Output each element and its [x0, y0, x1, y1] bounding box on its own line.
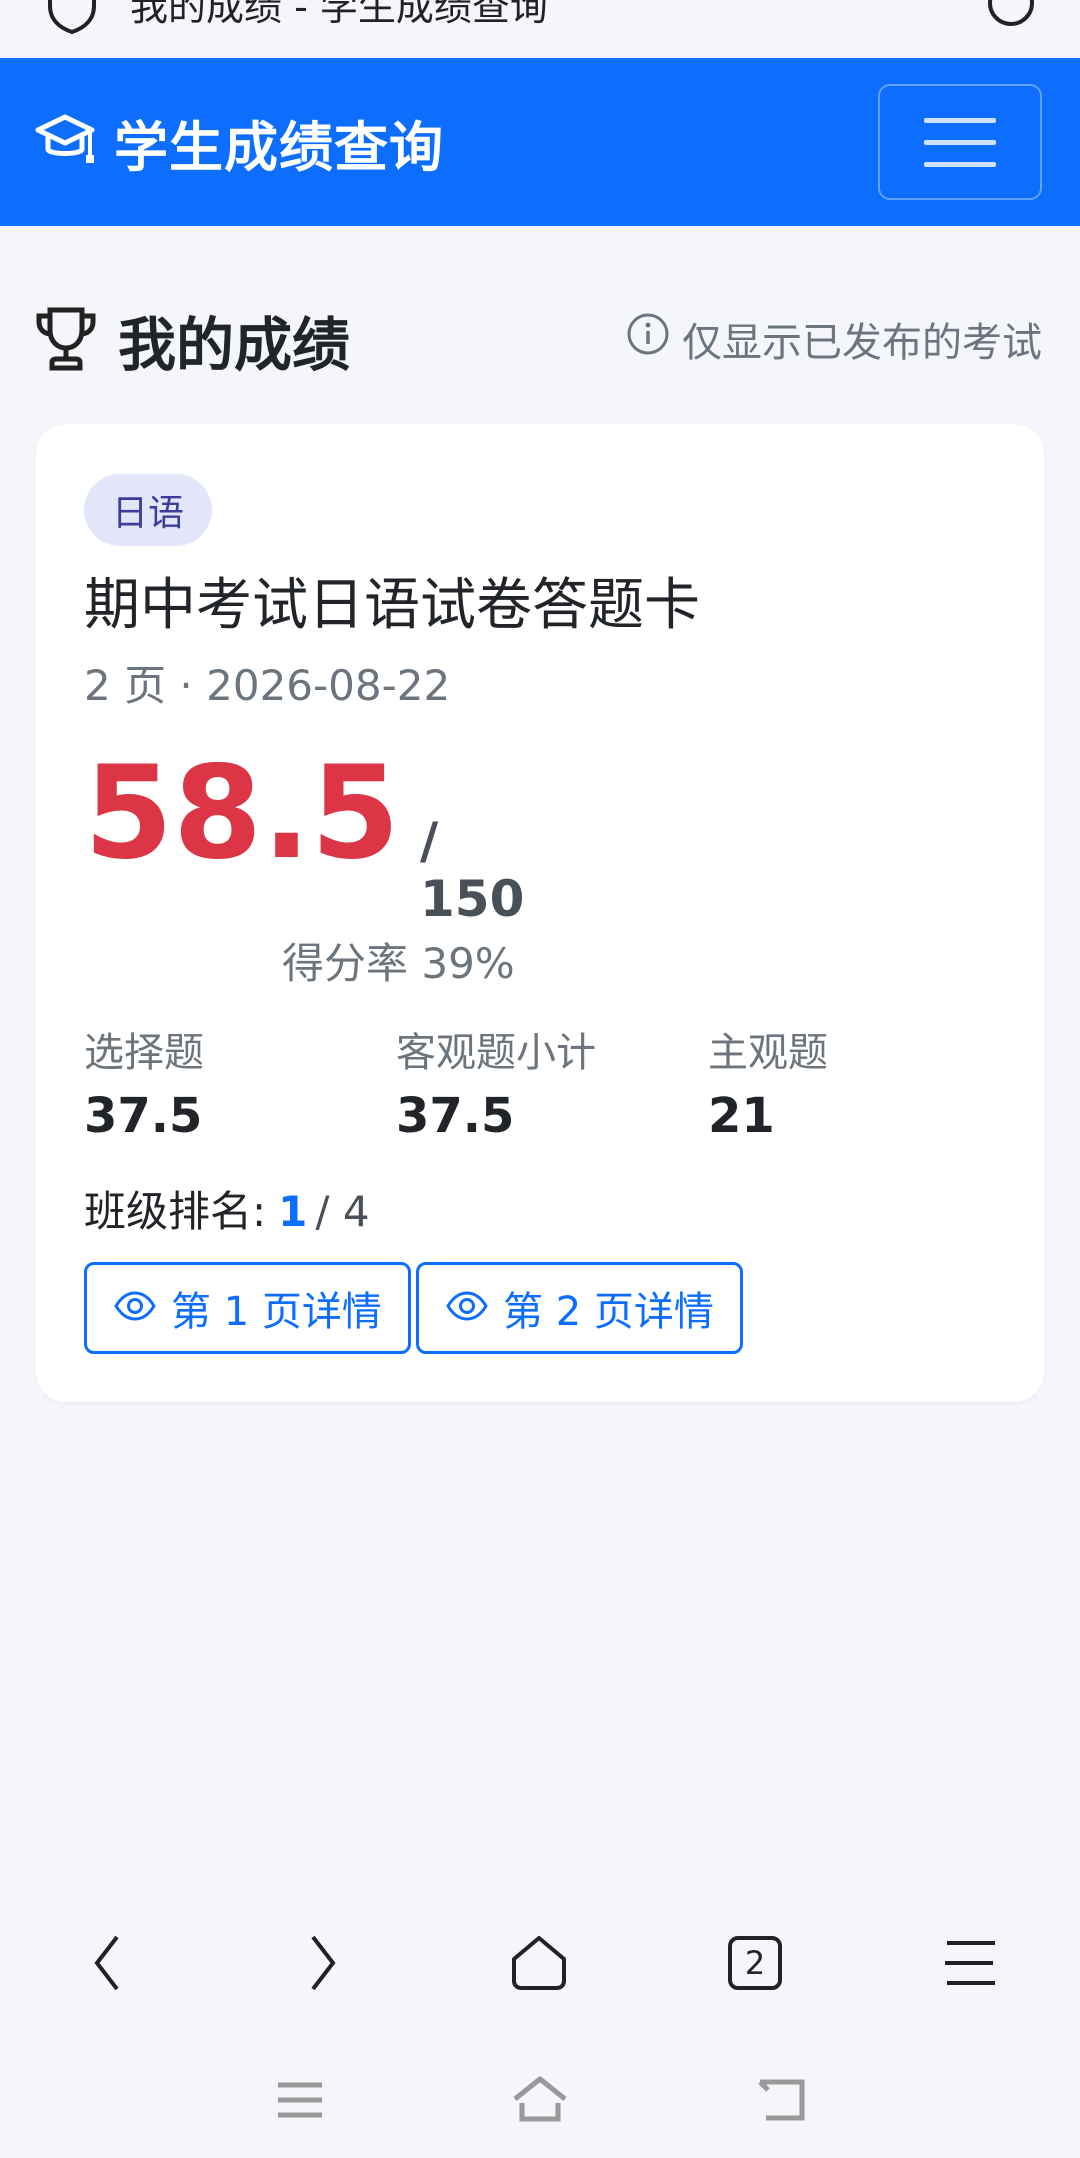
stat-label: 客观题小计	[396, 1030, 596, 1076]
stat-label: 选择题	[84, 1030, 204, 1076]
home-icon	[512, 1936, 566, 1990]
stat-objective-subtotal: 客观题小计 37.5	[396, 1020, 596, 1144]
stat-label: 主观题	[708, 1030, 828, 1076]
score-value: 58.5	[84, 739, 400, 888]
stat-subjective: 主观题 21	[708, 1020, 828, 1144]
browser-toolbar: 2	[0, 1898, 1080, 2018]
exam-meta: 2 页 · 2026-08-22	[84, 661, 451, 710]
stat-value: 37.5	[84, 1088, 203, 1144]
exam-score-card: 日语 期中考试日语试卷答题卡 2 页 · 2026-08-22 58.5 / 1…	[36, 424, 1044, 1402]
rank-total: / 4	[315, 1187, 370, 1236]
system-back-button[interactable]	[750, 2070, 810, 2130]
system-navigation-bar	[0, 2050, 1080, 2140]
exam-title: 期中考试日语试卷答题卡	[84, 573, 700, 638]
graduation-cap-icon	[34, 111, 96, 173]
info-icon	[626, 312, 670, 366]
subject-badge: 日语	[84, 474, 213, 546]
system-home-button[interactable]	[510, 2070, 570, 2130]
menu-button[interactable]	[936, 1928, 1006, 1998]
shield-icon	[44, 0, 100, 38]
score-summary: 58.5 / 150 得分率 39%	[84, 739, 554, 994]
menu-icon	[278, 2082, 322, 2118]
eye-icon	[113, 1285, 157, 1331]
chevron-right-icon	[311, 1935, 336, 1991]
stat-multiple-choice: 选择题 37.5	[84, 1020, 204, 1144]
button-label: 第 1 页详情	[171, 1289, 382, 1335]
score-rate: 得分率 39%	[282, 939, 515, 988]
hamburger-bar	[924, 139, 996, 145]
page-title: 我的成绩	[118, 311, 351, 379]
navbar: 学生成绩查询	[0, 58, 1080, 226]
published-only-note: 仅显示已发布的考试	[626, 310, 1042, 368]
class-rank: 班级排名: 1/ 4	[84, 1178, 370, 1239]
site-info-icon[interactable]	[986, 0, 1036, 32]
trophy-icon	[34, 304, 98, 376]
forward-button[interactable]	[288, 1928, 358, 1998]
menu-icon	[945, 1941, 995, 1985]
brand-title: 学生成绩查询	[114, 115, 444, 179]
stat-value: 37.5	[396, 1088, 515, 1144]
back-arrow-icon	[758, 2079, 805, 2121]
page-heading: 我的成绩	[34, 298, 350, 382]
chevron-left-icon	[94, 1935, 119, 1991]
recent-apps-button[interactable]	[270, 2070, 330, 2130]
eye-icon	[445, 1285, 489, 1331]
page-2-detail-button[interactable]: 第 2 页详情	[416, 1262, 743, 1354]
score-total: / 150	[420, 812, 525, 928]
rank-value: 1	[278, 1187, 308, 1236]
browser-address-bar: 我的成绩 - 学生成绩查询	[0, 0, 1080, 58]
browser-page-title[interactable]: 我的成绩 - 学生成绩查询	[130, 0, 548, 31]
tabs-button[interactable]: 2	[720, 1928, 790, 1998]
note-text: 仅显示已发布的考试	[682, 320, 1042, 366]
hamburger-bar	[924, 117, 996, 123]
rank-label: 班级排名:	[84, 1187, 267, 1236]
home-button[interactable]	[504, 1928, 574, 1998]
stat-value: 21	[708, 1088, 775, 1144]
home-icon	[513, 2076, 567, 2122]
back-button[interactable]	[72, 1928, 142, 1998]
page-1-detail-button[interactable]: 第 1 页详情	[84, 1262, 411, 1354]
navbar-brand[interactable]: 学生成绩查询	[34, 106, 444, 179]
menu-toggle-button[interactable]	[878, 84, 1042, 200]
tab-count: 2	[744, 1944, 766, 1982]
button-label: 第 2 页详情	[503, 1289, 714, 1335]
hamburger-bar	[924, 161, 996, 167]
